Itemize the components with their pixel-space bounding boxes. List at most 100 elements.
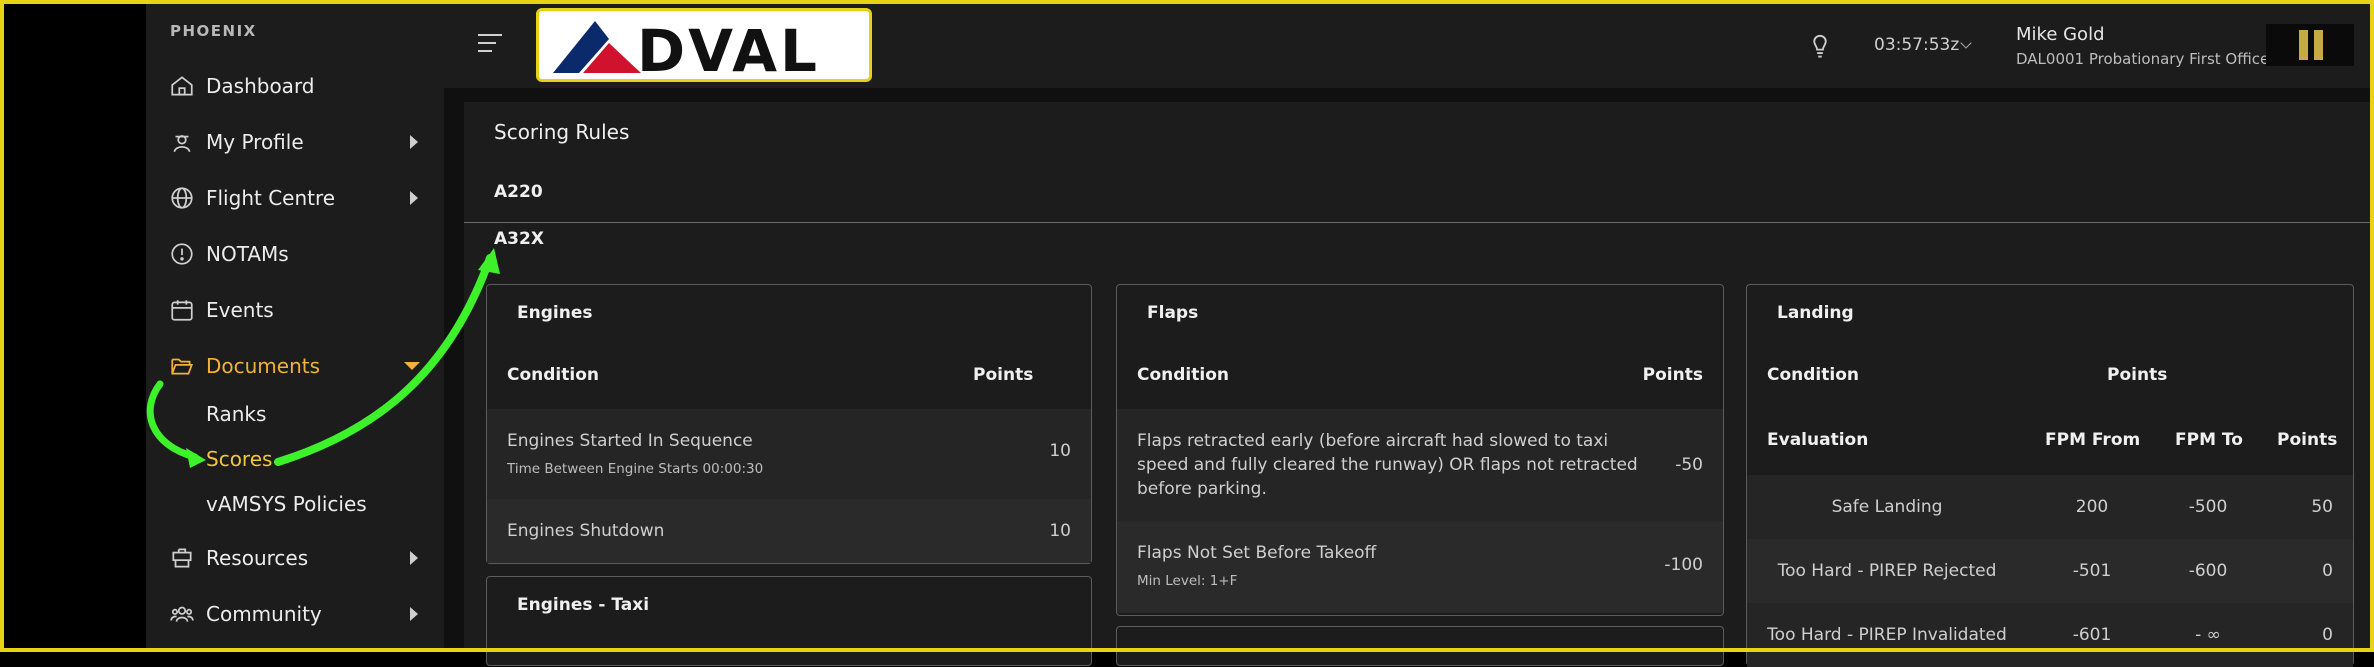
- nav-sub-ranks[interactable]: Ranks: [206, 402, 266, 426]
- points-value: -100: [1664, 555, 1703, 575]
- subheader-fpm-from: FPM From: [2045, 430, 2141, 450]
- nav-dashboard[interactable]: Dashboard: [146, 66, 444, 106]
- logo-wordmark: DVAL: [637, 17, 820, 85]
- panel-title: Flaps: [1147, 303, 1199, 323]
- fpm-to-value: - ∞: [2195, 625, 2221, 645]
- evaluation-text: Too Hard - PIREP Invalidated: [1767, 625, 2007, 645]
- nav-flight-centre[interactable]: Flight Centre: [146, 178, 444, 218]
- table-row: Flaps Not Set Before Takeoff Min Level: …: [1117, 521, 1723, 613]
- column-header-condition: Condition: [1767, 365, 1859, 385]
- column-header-condition: Condition: [1137, 365, 1229, 385]
- top-bar: DVAL 03:57:53z Mike Gold DAL0001 Probati…: [444, 4, 2370, 88]
- sidebar: PHOENIX Dashboard My Profile Flight Cent…: [146, 4, 444, 648]
- next-panel-partial: [1116, 626, 1724, 666]
- panel-title: Engines: [517, 303, 593, 323]
- panel-title: Engines - Taxi: [517, 595, 650, 615]
- pilot-icon: [168, 128, 196, 156]
- fpm-from-value: -501: [2072, 561, 2112, 581]
- landing-panel: Landing Condition Points Evaluation FPM …: [1746, 284, 2354, 667]
- fpm-from-value: 200: [2075, 497, 2109, 517]
- brand-label: PHOENIX: [170, 22, 257, 40]
- nav-sub-vamsys-policies[interactable]: vAMSYS Policies: [206, 492, 367, 516]
- nav-resources[interactable]: Resources: [146, 538, 444, 578]
- table-row: Engines Started In Sequence Time Between…: [487, 409, 1091, 499]
- table-row: Engines Shutdown 10: [487, 499, 1091, 563]
- nav-notams[interactable]: NOTAMs: [146, 234, 444, 274]
- expand-arrow-icon: [410, 135, 418, 149]
- nav-events[interactable]: Events: [146, 290, 444, 330]
- calendar-icon: [168, 296, 196, 324]
- table-row: Too Hard - PIREP Invalidated -601 - ∞ 0: [1747, 603, 2353, 667]
- main-content: Scoring Rules A220 A32X Engines Conditio…: [444, 88, 2370, 667]
- condition-line: speed and fully cleared the runway) OR f…: [1137, 455, 1638, 475]
- nav-my-profile[interactable]: My Profile: [146, 122, 444, 162]
- utc-clock[interactable]: 03:57:53z: [1874, 35, 1959, 55]
- subheader-points: Points: [2277, 430, 2338, 450]
- column-header-points: Points: [1642, 365, 1703, 385]
- rank-epaulette-icon: [2266, 24, 2354, 66]
- lightbulb-icon[interactable]: [1806, 30, 1834, 60]
- nav-label: My Profile: [206, 130, 304, 154]
- user-name[interactable]: Mike Gold: [2016, 24, 2105, 45]
- points-value: -50: [1675, 455, 1703, 475]
- fpm-to-value: -600: [2188, 561, 2228, 581]
- table-row: Flaps retracted early (before aircraft h…: [1117, 409, 1723, 521]
- briefcase-icon: [168, 544, 196, 572]
- condition-detail: Time Between Engine Starts 00:00:30: [507, 461, 764, 477]
- points-value: 10: [1049, 521, 1071, 541]
- nav-label: NOTAMs: [206, 242, 289, 266]
- flaps-panel: Flaps Condition Points Flaps retracted e…: [1116, 284, 1724, 616]
- menu-toggle-icon[interactable]: [478, 34, 502, 56]
- nav-label: Resources: [206, 546, 309, 570]
- scoring-rules-card: Scoring Rules A220 A32X Engines Conditio…: [464, 102, 2370, 667]
- points-value: 10: [1049, 441, 1071, 461]
- points-value: 0: [2322, 625, 2333, 645]
- globe-icon: [168, 184, 196, 212]
- condition-detail: Min Level: 1+F: [1137, 573, 1238, 589]
- condition-text: Engines Started In Sequence: [507, 431, 753, 451]
- evaluation-text: Too Hard - PIREP Rejected: [1777, 561, 1997, 581]
- nav-community[interactable]: Community: [146, 594, 444, 634]
- panel-title: Landing: [1777, 303, 1854, 323]
- subheader-fpm-to: FPM To: [2175, 430, 2243, 450]
- expand-arrow-icon: [410, 191, 418, 205]
- user-role: DAL0001 Probationary First Officer: [2016, 50, 2276, 68]
- nav-label: Community: [206, 602, 322, 626]
- evaluation-text: Safe Landing: [1831, 497, 1943, 517]
- nav-label: Flight Centre: [206, 186, 336, 210]
- table-row: Too Hard - PIREP Rejected -501 -600 0: [1747, 539, 2353, 603]
- airline-logo[interactable]: DVAL: [536, 8, 872, 85]
- chevron-down-icon[interactable]: [1960, 37, 1972, 49]
- table-row: Safe Landing 200 -500 50: [1747, 475, 2353, 539]
- condition-line: Flaps retracted early (before aircraft h…: [1137, 431, 1609, 451]
- users-icon: [168, 600, 196, 628]
- nav-sub-scores[interactable]: Scores: [206, 447, 272, 471]
- fpm-from-value: -601: [2072, 625, 2112, 645]
- alert-circle-icon: [168, 240, 196, 268]
- column-header-points: Points: [973, 365, 1034, 385]
- expand-arrow-icon: [410, 607, 418, 621]
- home-icon: [168, 72, 196, 100]
- subheader-evaluation: Evaluation: [1767, 430, 1869, 450]
- condition-text: Engines Shutdown: [507, 521, 665, 541]
- engines-panel: Engines Condition Points Engines Started…: [486, 284, 1092, 564]
- folder-open-icon: [168, 352, 196, 380]
- points-value: 0: [2322, 561, 2333, 581]
- condition-line: before parking.: [1137, 479, 1267, 499]
- divider: [464, 222, 2370, 223]
- aircraft-tab-a220[interactable]: A220: [494, 182, 543, 202]
- nav-label: Documents: [206, 354, 321, 378]
- points-value: 50: [2311, 497, 2333, 517]
- page-title: Scoring Rules: [494, 120, 630, 144]
- nav-documents[interactable]: Documents: [146, 346, 444, 386]
- collapse-arrow-icon: [404, 362, 420, 370]
- nav-label: Dashboard: [206, 74, 315, 98]
- column-header-condition: Condition: [507, 365, 599, 385]
- aircraft-tab-a32x[interactable]: A32X: [494, 229, 544, 249]
- fpm-to-value: -500: [2188, 497, 2228, 517]
- nav-label: Events: [206, 298, 274, 322]
- expand-arrow-icon: [410, 551, 418, 565]
- column-header-points: Points: [2107, 365, 2168, 385]
- engines-taxi-panel: Engines - Taxi: [486, 576, 1092, 666]
- condition-text: Flaps Not Set Before Takeoff: [1137, 543, 1377, 563]
